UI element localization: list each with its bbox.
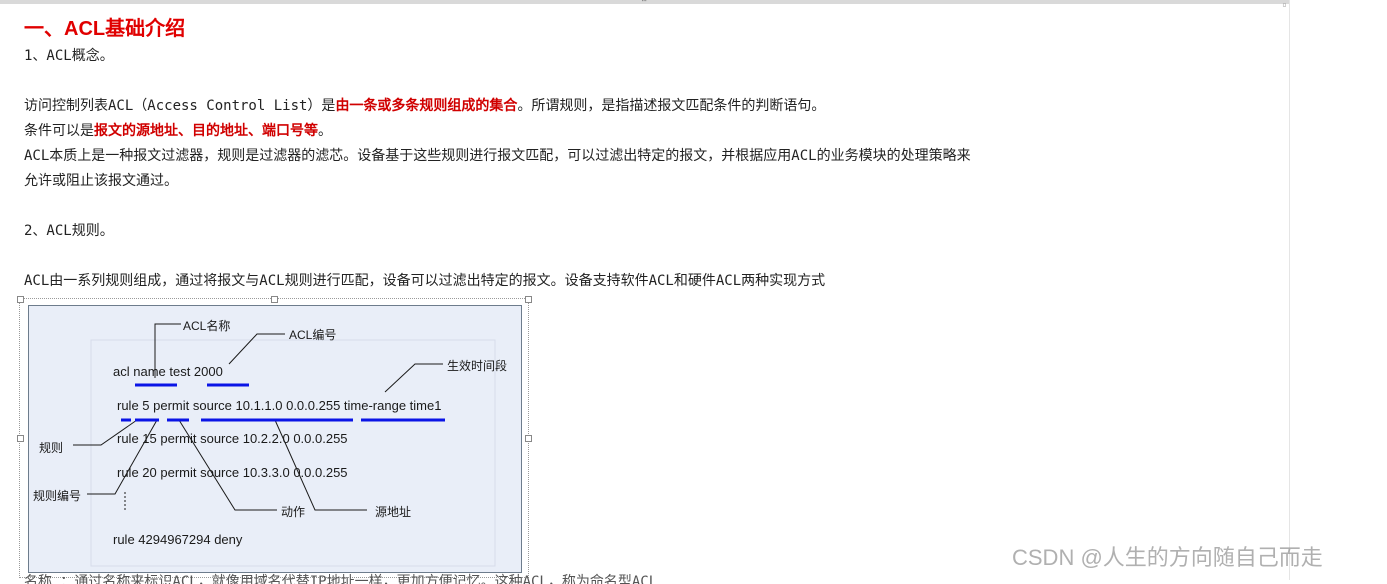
- config-line-rule5: rule 5 permit source 10.1.1.0 0.0.0.255 …: [117, 398, 441, 413]
- cut-off-paragraph: 名称 ：通过名称来标识ACL，就像用域名代替IP地址一样，更加方便记忆。这种AC…: [24, 574, 658, 584]
- config-line-acl: acl name test 2000: [113, 364, 223, 379]
- label-rule: 规则: [39, 440, 63, 455]
- editor-top-bar: ⋯: [0, 0, 1290, 5]
- resize-handle[interactable]: [525, 435, 532, 442]
- label-rule-number: 规则编号: [33, 488, 81, 503]
- acl-diagram: ACL名称 ACL编号 生效时间段 规则 规则编号 动作 源地址 acl nam…: [28, 305, 522, 573]
- paragraph-filter-line1: ACL本质上是一种报文过滤器，规则是过滤器的滤芯。设备基于这些规则进行报文匹配，…: [24, 148, 971, 164]
- resize-handle[interactable]: [525, 296, 532, 303]
- label-source-address: 源地址: [375, 505, 411, 519]
- section-heading-2: 2、ACL规则。: [24, 223, 114, 239]
- resize-handle[interactable]: [17, 296, 24, 303]
- label-action: 动作: [281, 505, 305, 519]
- section-heading-1: 1、ACL概念。: [24, 48, 114, 64]
- document-body: 一、ACL基础介绍 1、ACL概念。 访问控制列表ACL（Access Cont…: [24, 14, 1284, 294]
- resize-handle[interactable]: [17, 435, 24, 442]
- label-acl-number: ACL编号: [289, 327, 336, 342]
- label-time-range: 生效时间段: [447, 358, 507, 373]
- label-acl-name: ACL名称: [183, 318, 230, 333]
- page-title: 一、ACL基础介绍: [24, 18, 186, 40]
- resize-grip-icon[interactable]: ⋯: [637, 0, 651, 5]
- page-edge: [1289, 0, 1290, 580]
- config-line-rule20: rule 20 permit source 10.3.3.0 0.0.0.255: [117, 465, 348, 480]
- highlight-address-port: 报文的源地址、目的地址、端口号等: [94, 123, 318, 139]
- acl-diagram-image[interactable]: ACL名称 ACL编号 生效时间段 规则 规则编号 动作 源地址 acl nam…: [17, 296, 532, 578]
- paragraph-conditions: 条件可以是报文的源地址、目的地址、端口号等。: [24, 123, 332, 139]
- config-line-deny: rule 4294967294 deny: [113, 532, 243, 547]
- resize-handle[interactable]: [271, 296, 278, 303]
- highlight-rule-set: 由一条或多条规则组成的集合: [335, 98, 518, 114]
- csdn-watermark: CSDN @人生的方向随自己而走: [1012, 545, 1323, 570]
- paragraph-acl-rules: ACL由一系列规则组成，通过将报文与ACL规则进行匹配，设备可以过滤出特定的报文…: [24, 273, 826, 289]
- scroll-arrow-icon[interactable]: ▫: [1282, 0, 1288, 9]
- paragraph-filter-line2: 允许或阻止该报文通过。: [24, 173, 178, 189]
- config-line-rule15: rule 15 permit source 10.2.2.0 0.0.0.255: [117, 431, 348, 446]
- paragraph-acl-definition: 访问控制列表ACL（Access Control List）是由一条或多条规则组…: [24, 98, 826, 114]
